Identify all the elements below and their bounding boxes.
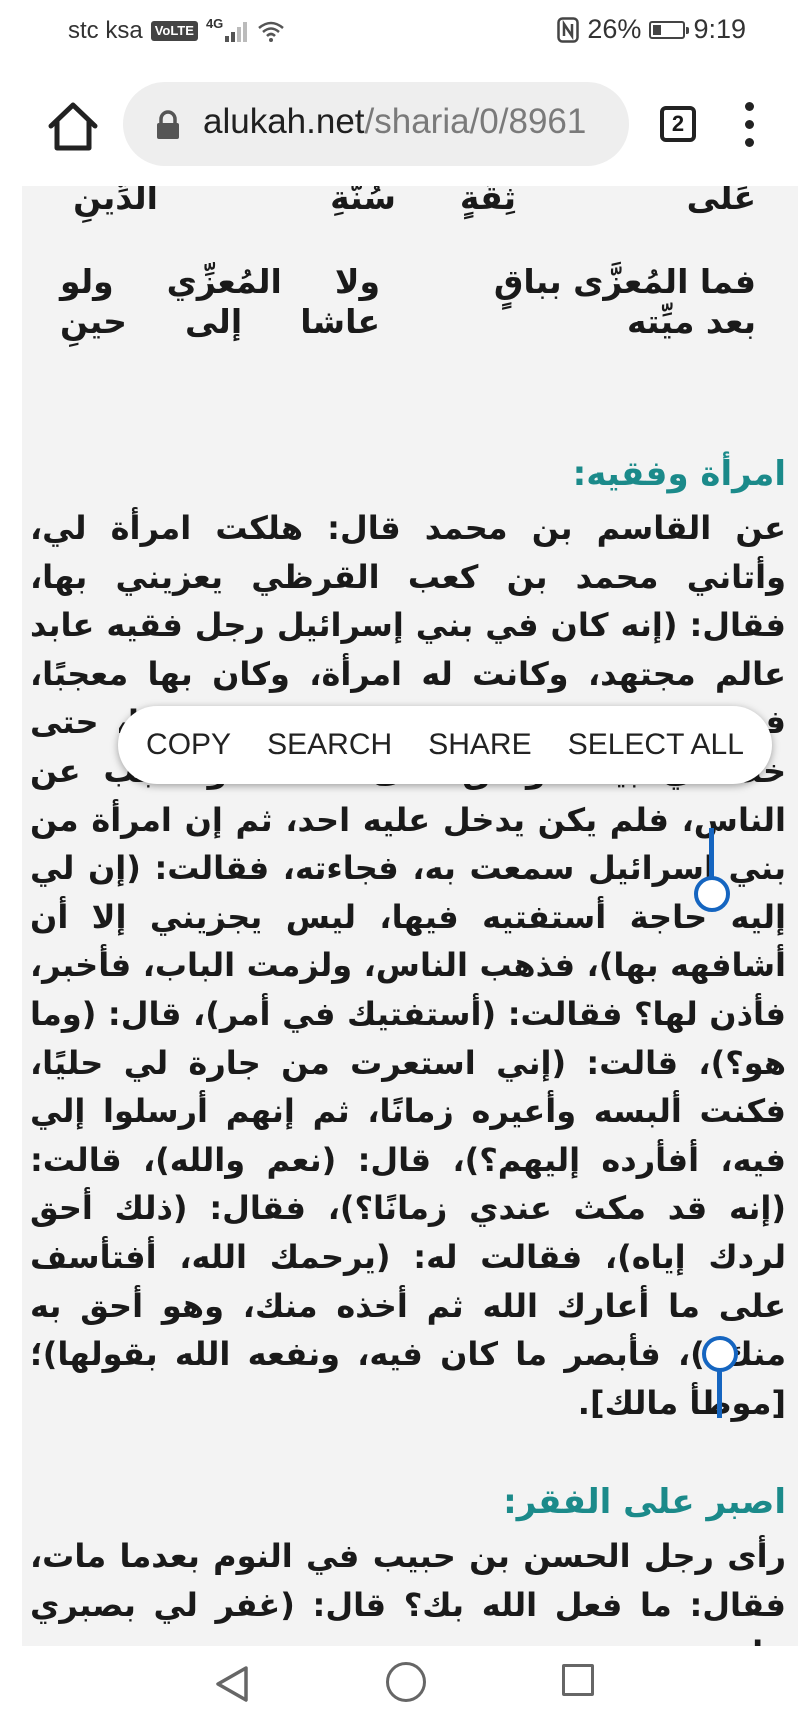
- status-left: stc ksa VoLTE 4G: [68, 15, 285, 45]
- text-selection-menu: COPY SEARCH SHARE SELECT ALL: [118, 706, 772, 784]
- selection-end-handle[interactable]: [702, 1336, 738, 1420]
- overflow-menu-icon[interactable]: [742, 102, 756, 148]
- article-paragraph: عن القاسم بن محمد قال: هلكت امرأة لي، وأ…: [30, 509, 786, 1422]
- address-bar[interactable]: alukah.net/sharia/0/8961: [123, 82, 629, 166]
- clock: 9:19: [693, 14, 746, 44]
- nfc-icon: [557, 16, 580, 43]
- section-heading: اصبر على الفقر:: [503, 1482, 786, 1522]
- article-paragraph: رأى رجل الحسن بن حبيب في النوم بعدما مات…: [30, 1537, 786, 1646]
- wifi-icon: [258, 21, 285, 42]
- status-right: 26% 9:19: [557, 14, 746, 45]
- system-nav-bar: [0, 1646, 810, 1734]
- search-button[interactable]: SEARCH: [261, 720, 398, 770]
- section-heading: امرأة وفقيه:: [572, 454, 786, 494]
- poem-word: الدِّينِ: [73, 186, 158, 217]
- poem-verse-right: فما المُعزَّى بباقٍ بعد ميِّته: [493, 262, 756, 341]
- poem-verse-left: ولا المُعزِّي ولو عاشا إلى حينِ: [60, 262, 380, 341]
- network-type: 4G: [205, 15, 224, 31]
- tab-switcher-button[interactable]: 2: [660, 106, 696, 142]
- lock-icon: [157, 110, 179, 139]
- carrier-label: stc ksa: [68, 17, 143, 44]
- url-path: /sharia/0/8961: [364, 102, 587, 141]
- browser-toolbar: alukah.net/sharia/0/8961 2: [0, 62, 810, 186]
- recent-apps-icon[interactable]: [562, 1664, 594, 1696]
- battery-icon: [649, 20, 690, 39]
- poem-word: سُنَّةِ: [330, 186, 396, 217]
- copy-button[interactable]: COPY: [140, 720, 237, 770]
- select-all-button[interactable]: SELECT ALL: [562, 720, 750, 770]
- home-icon[interactable]: [46, 100, 100, 152]
- poem-word: ثِقَةٍ: [459, 186, 516, 217]
- signal-icon: [225, 22, 248, 42]
- home-nav-icon[interactable]: [386, 1662, 426, 1702]
- share-button[interactable]: SHARE: [422, 720, 537, 770]
- battery-percent: 26%: [587, 14, 642, 44]
- selection-start-handle[interactable]: [694, 828, 730, 912]
- volte-badge: VoLTE: [150, 21, 198, 41]
- back-icon[interactable]: [212, 1664, 252, 1704]
- poem-word: عَلَى: [686, 186, 756, 217]
- status-bar: stc ksa VoLTE 4G 26% 9:19: [0, 0, 810, 62]
- article-content: عَلَى ثِقَةٍ سُنَّةِ الدِّينِ فما المُعز…: [22, 186, 798, 1646]
- url-text: alukah.net/sharia/0/8961: [203, 102, 586, 142]
- url-host: alukah.net: [203, 102, 365, 141]
